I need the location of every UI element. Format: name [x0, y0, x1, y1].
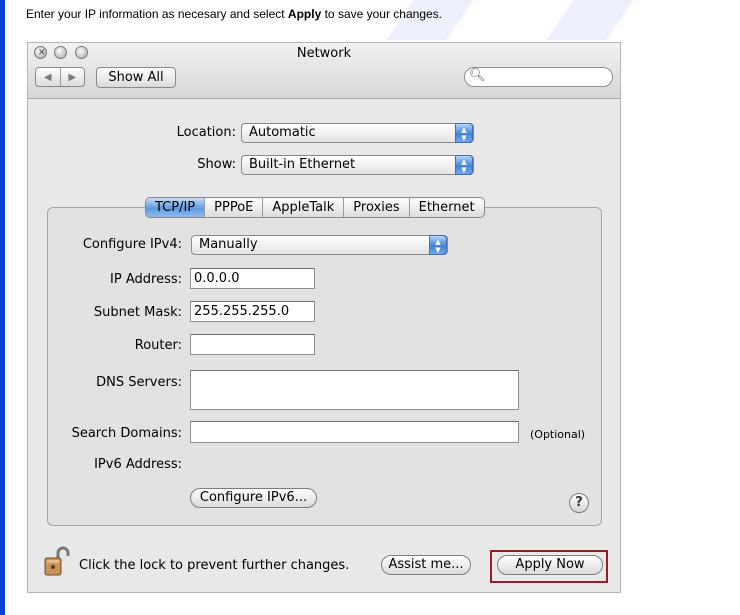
forward-arrow-icon[interactable]: ▶	[59, 68, 85, 86]
tab-bar: TCP/IP PPPoE AppleTalk Proxies Ethernet	[145, 197, 485, 218]
subnet-mask-field[interactable]	[190, 301, 315, 322]
back-forward-control: ◀ ▶	[35, 67, 85, 87]
configure-ipv6-button[interactable]: Configure IPv6...	[190, 488, 317, 508]
search-domains-field[interactable]	[190, 421, 519, 443]
tab-tcpip[interactable]: TCP/IP	[146, 198, 205, 217]
window-frame-border	[0, 0, 5, 615]
ipv6-address-label: IPv6 Address:	[94, 457, 182, 472]
lock-message: Click the lock to prevent further change…	[79, 558, 350, 573]
search-domains-label: Search Domains:	[71, 426, 182, 441]
show-value: Built-in Ethernet	[249, 157, 356, 172]
configure-ipv4-popup[interactable]: Manually ▲ ▼	[191, 235, 448, 255]
help-icon[interactable]: ?	[569, 493, 589, 513]
router-field[interactable]	[190, 334, 315, 355]
search-input[interactable]	[483, 70, 607, 84]
optional-hint: (Optional)	[530, 428, 586, 441]
dns-servers-label: DNS Servers:	[96, 375, 182, 390]
tab-appletalk[interactable]: AppleTalk	[262, 198, 343, 217]
ip-address-label: IP Address:	[110, 272, 182, 287]
location-popup[interactable]: Automatic ▲ ▼	[241, 123, 474, 143]
instruction-text: Enter your IP information as necesary an…	[26, 7, 443, 21]
tab-proxies[interactable]: Proxies	[343, 198, 408, 217]
back-arrow-icon[interactable]: ◀	[36, 68, 60, 86]
dns-servers-field[interactable]	[190, 370, 519, 410]
tab-pppoe[interactable]: PPPoE	[204, 198, 262, 217]
location-value: Automatic	[249, 125, 316, 140]
search-field[interactable]: 🔍︎	[464, 67, 613, 87]
window-title: Network	[296, 46, 352, 61]
location-label: Location:	[176, 125, 236, 140]
popup-arrows-icon: ▲ ▼	[455, 155, 473, 175]
ip-address-field[interactable]	[190, 268, 315, 289]
popup-arrows-icon: ▲ ▼	[429, 235, 447, 255]
show-label: Show:	[197, 157, 236, 172]
configure-ipv4-value: Manually	[199, 237, 258, 252]
window-titlebar: ✕ Network ◀ ▶ Show All 🔍︎	[28, 43, 620, 99]
network-preferences-window: ✕ Network ◀ ▶ Show All 🔍︎ Location: Auto…	[27, 42, 621, 593]
show-popup[interactable]: Built-in Ethernet ▲ ▼	[241, 155, 474, 175]
router-label: Router:	[134, 338, 182, 353]
background-stripe	[546, 0, 634, 40]
assist-me-button[interactable]: Assist me...	[381, 555, 471, 575]
tab-ethernet[interactable]: Ethernet	[408, 198, 484, 217]
apply-now-button[interactable]: Apply Now	[497, 555, 603, 575]
popup-arrows-icon: ▲ ▼	[455, 123, 473, 143]
padlock-open-icon[interactable]	[44, 545, 70, 577]
configure-ipv4-label: Configure IPv4:	[82, 237, 182, 252]
subnet-mask-label: Subnet Mask:	[93, 305, 182, 320]
show-all-button[interactable]: Show All	[96, 67, 176, 88]
